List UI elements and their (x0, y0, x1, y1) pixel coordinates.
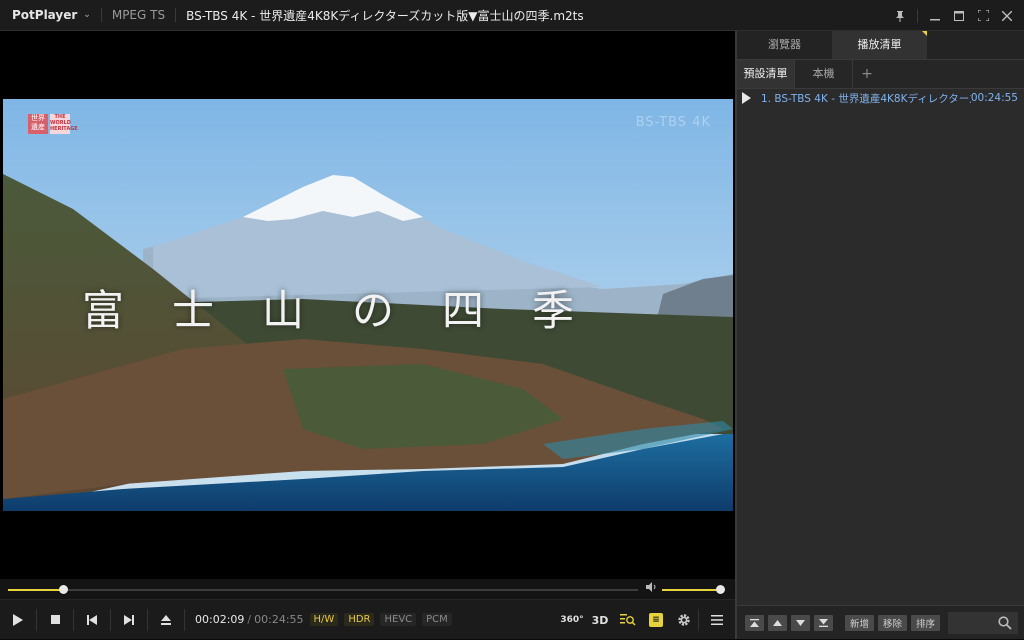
chevron-down-icon: ⌄ (83, 10, 91, 20)
right-controls: 360° 3D ≡ (558, 600, 735, 640)
divider (917, 8, 918, 23)
sort-button[interactable]: 排序 (911, 614, 941, 631)
hdr-badge[interactable]: HDR (344, 613, 375, 626)
playlist-item-duration: 00:24:55 (970, 92, 1018, 104)
move-bottom-button[interactable] (814, 614, 833, 631)
move-top-icon (750, 618, 759, 627)
skip-forward-icon (124, 614, 134, 625)
playlist-icon: ≡ (649, 613, 663, 627)
pin-icon[interactable] (889, 5, 911, 27)
app-name: PotPlayer (12, 8, 78, 22)
playlist-item[interactable]: 1. BS-TBS 4K - 世界遺產4K8Kディレクターズ... 00:24:… (737, 88, 1024, 108)
control-bar: 00:02:09/00:24:55 H/W HDR HEVC PCM 360° … (0, 599, 735, 639)
seek-progress (8, 589, 63, 591)
maximize-button[interactable] (948, 5, 970, 27)
audio-codec-badge[interactable]: PCM (422, 613, 452, 626)
menu-button[interactable] (699, 600, 735, 640)
video-caption: 富士山の四季 (81, 286, 622, 335)
channel-watermark: BS-TBS 4K (635, 115, 711, 130)
current-time: 00:02:09 (195, 613, 245, 626)
stop-icon (50, 615, 60, 624)
add-button[interactable]: 新增 (845, 614, 875, 631)
window-title: BS-TBS 4K - 世界遺産4K8Kディレクターズカット版▼富士山の四季.m… (186, 8, 584, 23)
playlist-item-title: 1. BS-TBS 4K - 世界遺產4K8Kディレクターズ... (761, 92, 971, 105)
minimize-button[interactable] (924, 5, 946, 27)
eject-icon (161, 614, 171, 625)
subtab-default-list[interactable]: 預設清單 (737, 60, 795, 88)
divider (100, 8, 102, 22)
arrow-up-icon (773, 619, 782, 626)
vr-360-button[interactable]: 360° (558, 600, 586, 640)
3d-button[interactable]: 3D (586, 600, 614, 640)
title-bar: PotPlayer ⌄ MPEG TS BS-TBS 4K - 世界遺産4K8K… (0, 0, 1024, 31)
time-separator: / (247, 613, 252, 626)
move-up-button[interactable] (768, 614, 787, 631)
active-indicator (922, 31, 927, 36)
settings-button[interactable] (670, 600, 698, 640)
format-label: MPEG TS (111, 8, 166, 22)
skip-back-icon (87, 614, 97, 625)
video-area[interactable]: 世界 遺産 THE WORLD HERITAGE BS-TBS 4K 富士山の四季 (0, 31, 735, 579)
divider (175, 8, 177, 22)
divider (184, 608, 185, 631)
volume-icon[interactable] (646, 582, 658, 595)
codec-badge[interactable]: HEVC (380, 613, 417, 626)
channel-logo: 世界 遺産 THE WORLD HERITAGE (28, 114, 78, 134)
logo-mark-right: THE WORLD HERITAGE (50, 114, 78, 134)
add-list-button[interactable]: + (853, 60, 881, 88)
seek-handle[interactable] (58, 585, 68, 594)
app-menu-button[interactable]: PotPlayer ⌄ (0, 8, 91, 22)
move-down-button[interactable] (791, 614, 810, 631)
search-icon (998, 615, 1012, 630)
seek-bar[interactable] (8, 585, 638, 594)
fullscreen-button[interactable] (972, 5, 994, 27)
playlist-toolbar: 新增 移除 排序 (737, 605, 1024, 639)
play-button[interactable] (0, 600, 36, 640)
video-frame[interactable]: 世界 遺産 THE WORLD HERITAGE BS-TBS 4K 富士山の四季 (3, 99, 733, 511)
close-button[interactable] (996, 5, 1018, 27)
vr-360-label: 360° (560, 615, 584, 625)
hw-decode-badge[interactable]: H/W (309, 613, 339, 626)
list-search-icon (620, 614, 636, 626)
remove-button[interactable]: 移除 (878, 614, 908, 631)
previous-button[interactable] (74, 600, 110, 640)
seek-bar-row (0, 579, 735, 599)
move-bottom-icon (819, 618, 828, 627)
open-file-button[interactable] (148, 600, 184, 640)
window-controls (889, 0, 1018, 31)
stop-button[interactable] (37, 600, 73, 640)
volume-slider[interactable] (662, 585, 725, 594)
panel-tabs: 瀏覽器 播放清單 (737, 31, 1024, 60)
tab-playlist[interactable]: 播放清單 (832, 31, 927, 59)
playlist-panel: 瀏覽器 播放清單 預設清單 本機 + 1. BS-TBS 4K - 世界遺產4K… (735, 31, 1024, 639)
move-top-button[interactable] (745, 614, 764, 631)
playlist-toggle-button[interactable]: ≡ (642, 600, 670, 640)
next-button[interactable] (111, 600, 147, 640)
volume-level (662, 589, 720, 591)
playlist: 1. BS-TBS 4K - 世界遺產4K8Kディレクターズ... 00:24:… (737, 88, 1024, 108)
hamburger-icon (711, 615, 723, 625)
tab-browser[interactable]: 瀏覽器 (737, 31, 832, 59)
time-display: 00:02:09/00:24:55 (195, 613, 304, 626)
3d-label: 3D (591, 613, 609, 627)
logo-mark-left: 世界 遺産 (28, 114, 48, 134)
playlist-subtabs: 預設清單 本機 + (737, 60, 1024, 89)
now-playing-icon (741, 92, 753, 104)
volume-handle[interactable] (716, 585, 725, 594)
arrow-down-icon (796, 619, 805, 626)
subtab-local[interactable]: 本機 (795, 60, 853, 88)
gear-icon (678, 614, 690, 626)
playlist-search-field[interactable] (948, 611, 1018, 634)
tab-playlist-label: 播放清單 (857, 38, 902, 51)
total-time: 00:24:55 (254, 613, 304, 626)
playlist-search-button[interactable] (614, 600, 642, 640)
play-icon (13, 613, 23, 626)
